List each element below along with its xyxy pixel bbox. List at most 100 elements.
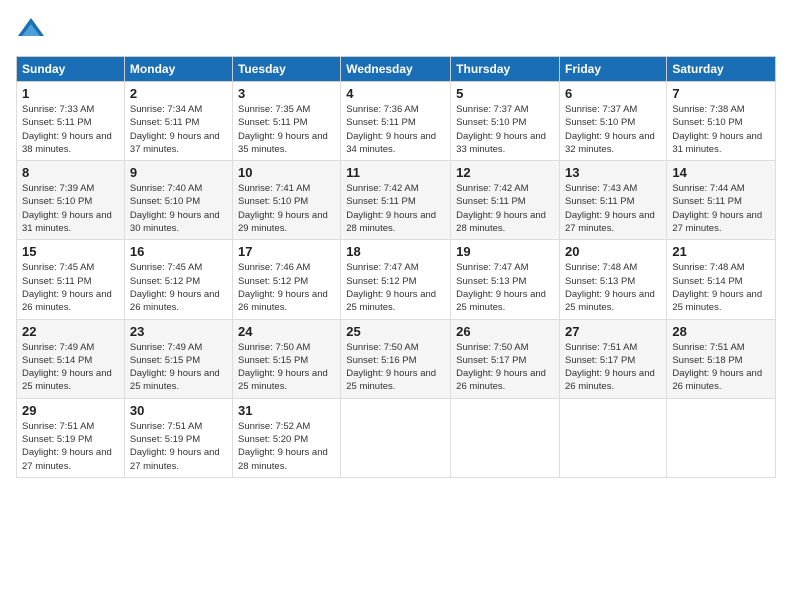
weekday-header-saturday: Saturday: [667, 57, 776, 82]
weekday-header-sunday: Sunday: [17, 57, 125, 82]
day-cell: 3 Sunrise: 7:35 AMSunset: 5:11 PMDayligh…: [232, 82, 340, 161]
day-info: Sunrise: 7:45 AMSunset: 5:12 PMDaylight:…: [130, 261, 227, 314]
day-number: 5: [456, 86, 554, 101]
weekday-header-monday: Monday: [124, 57, 232, 82]
day-cell: 30 Sunrise: 7:51 AMSunset: 5:19 PMDaylig…: [124, 398, 232, 477]
day-info: Sunrise: 7:34 AMSunset: 5:11 PMDaylight:…: [130, 103, 227, 156]
day-cell: 20 Sunrise: 7:48 AMSunset: 5:13 PMDaylig…: [560, 240, 667, 319]
day-info: Sunrise: 7:48 AMSunset: 5:14 PMDaylight:…: [672, 261, 770, 314]
weekday-header-wednesday: Wednesday: [341, 57, 451, 82]
day-number: 25: [346, 324, 445, 339]
day-cell: [560, 398, 667, 477]
weekday-header-row: SundayMondayTuesdayWednesdayThursdayFrid…: [17, 57, 776, 82]
header: [16, 16, 776, 46]
day-info: Sunrise: 7:51 AMSunset: 5:19 PMDaylight:…: [130, 420, 227, 473]
day-info: Sunrise: 7:52 AMSunset: 5:20 PMDaylight:…: [238, 420, 335, 473]
day-number: 26: [456, 324, 554, 339]
weekday-header-tuesday: Tuesday: [232, 57, 340, 82]
day-info: Sunrise: 7:50 AMSunset: 5:17 PMDaylight:…: [456, 341, 554, 394]
day-number: 2: [130, 86, 227, 101]
logo-icon: [16, 16, 46, 46]
day-info: Sunrise: 7:37 AMSunset: 5:10 PMDaylight:…: [456, 103, 554, 156]
day-info: Sunrise: 7:51 AMSunset: 5:19 PMDaylight:…: [22, 420, 119, 473]
day-number: 10: [238, 165, 335, 180]
day-info: Sunrise: 7:40 AMSunset: 5:10 PMDaylight:…: [130, 182, 227, 235]
page-container: SundayMondayTuesdayWednesdayThursdayFrid…: [0, 0, 792, 486]
day-number: 20: [565, 244, 661, 259]
day-cell: 7 Sunrise: 7:38 AMSunset: 5:10 PMDayligh…: [667, 82, 776, 161]
day-number: 15: [22, 244, 119, 259]
day-number: 3: [238, 86, 335, 101]
day-info: Sunrise: 7:43 AMSunset: 5:11 PMDaylight:…: [565, 182, 661, 235]
day-number: 14: [672, 165, 770, 180]
day-cell: [341, 398, 451, 477]
day-info: Sunrise: 7:42 AMSunset: 5:11 PMDaylight:…: [456, 182, 554, 235]
day-number: 9: [130, 165, 227, 180]
day-info: Sunrise: 7:47 AMSunset: 5:12 PMDaylight:…: [346, 261, 445, 314]
day-cell: 17 Sunrise: 7:46 AMSunset: 5:12 PMDaylig…: [232, 240, 340, 319]
day-cell: 13 Sunrise: 7:43 AMSunset: 5:11 PMDaylig…: [560, 161, 667, 240]
day-cell: 24 Sunrise: 7:50 AMSunset: 5:15 PMDaylig…: [232, 319, 340, 398]
day-cell: 28 Sunrise: 7:51 AMSunset: 5:18 PMDaylig…: [667, 319, 776, 398]
day-number: 13: [565, 165, 661, 180]
weekday-header-thursday: Thursday: [451, 57, 560, 82]
day-number: 4: [346, 86, 445, 101]
day-info: Sunrise: 7:37 AMSunset: 5:10 PMDaylight:…: [565, 103, 661, 156]
day-cell: [667, 398, 776, 477]
day-cell: 5 Sunrise: 7:37 AMSunset: 5:10 PMDayligh…: [451, 82, 560, 161]
day-info: Sunrise: 7:51 AMSunset: 5:17 PMDaylight:…: [565, 341, 661, 394]
day-info: Sunrise: 7:46 AMSunset: 5:12 PMDaylight:…: [238, 261, 335, 314]
day-cell: 25 Sunrise: 7:50 AMSunset: 5:16 PMDaylig…: [341, 319, 451, 398]
day-cell: 6 Sunrise: 7:37 AMSunset: 5:10 PMDayligh…: [560, 82, 667, 161]
day-info: Sunrise: 7:47 AMSunset: 5:13 PMDaylight:…: [456, 261, 554, 314]
week-row-5: 29 Sunrise: 7:51 AMSunset: 5:19 PMDaylig…: [17, 398, 776, 477]
day-cell: 23 Sunrise: 7:49 AMSunset: 5:15 PMDaylig…: [124, 319, 232, 398]
day-cell: 18 Sunrise: 7:47 AMSunset: 5:12 PMDaylig…: [341, 240, 451, 319]
day-number: 30: [130, 403, 227, 418]
day-number: 11: [346, 165, 445, 180]
day-info: Sunrise: 7:35 AMSunset: 5:11 PMDaylight:…: [238, 103, 335, 156]
week-row-4: 22 Sunrise: 7:49 AMSunset: 5:14 PMDaylig…: [17, 319, 776, 398]
day-cell: 15 Sunrise: 7:45 AMSunset: 5:11 PMDaylig…: [17, 240, 125, 319]
logo: [16, 16, 50, 46]
day-info: Sunrise: 7:51 AMSunset: 5:18 PMDaylight:…: [672, 341, 770, 394]
day-cell: 14 Sunrise: 7:44 AMSunset: 5:11 PMDaylig…: [667, 161, 776, 240]
day-number: 16: [130, 244, 227, 259]
day-info: Sunrise: 7:49 AMSunset: 5:14 PMDaylight:…: [22, 341, 119, 394]
day-info: Sunrise: 7:44 AMSunset: 5:11 PMDaylight:…: [672, 182, 770, 235]
day-number: 18: [346, 244, 445, 259]
day-number: 17: [238, 244, 335, 259]
day-number: 6: [565, 86, 661, 101]
day-cell: 12 Sunrise: 7:42 AMSunset: 5:11 PMDaylig…: [451, 161, 560, 240]
day-number: 22: [22, 324, 119, 339]
day-cell: 11 Sunrise: 7:42 AMSunset: 5:11 PMDaylig…: [341, 161, 451, 240]
day-number: 28: [672, 324, 770, 339]
day-cell: 9 Sunrise: 7:40 AMSunset: 5:10 PMDayligh…: [124, 161, 232, 240]
day-cell: 8 Sunrise: 7:39 AMSunset: 5:10 PMDayligh…: [17, 161, 125, 240]
day-cell: 27 Sunrise: 7:51 AMSunset: 5:17 PMDaylig…: [560, 319, 667, 398]
day-cell: 22 Sunrise: 7:49 AMSunset: 5:14 PMDaylig…: [17, 319, 125, 398]
day-number: 23: [130, 324, 227, 339]
day-info: Sunrise: 7:41 AMSunset: 5:10 PMDaylight:…: [238, 182, 335, 235]
day-info: Sunrise: 7:42 AMSunset: 5:11 PMDaylight:…: [346, 182, 445, 235]
day-info: Sunrise: 7:36 AMSunset: 5:11 PMDaylight:…: [346, 103, 445, 156]
day-cell: 1 Sunrise: 7:33 AMSunset: 5:11 PMDayligh…: [17, 82, 125, 161]
day-cell: 16 Sunrise: 7:45 AMSunset: 5:12 PMDaylig…: [124, 240, 232, 319]
calendar-table: SundayMondayTuesdayWednesdayThursdayFrid…: [16, 56, 776, 478]
day-info: Sunrise: 7:39 AMSunset: 5:10 PMDaylight:…: [22, 182, 119, 235]
week-row-3: 15 Sunrise: 7:45 AMSunset: 5:11 PMDaylig…: [17, 240, 776, 319]
day-number: 7: [672, 86, 770, 101]
day-cell: 21 Sunrise: 7:48 AMSunset: 5:14 PMDaylig…: [667, 240, 776, 319]
week-row-2: 8 Sunrise: 7:39 AMSunset: 5:10 PMDayligh…: [17, 161, 776, 240]
day-number: 19: [456, 244, 554, 259]
day-info: Sunrise: 7:49 AMSunset: 5:15 PMDaylight:…: [130, 341, 227, 394]
day-cell: 26 Sunrise: 7:50 AMSunset: 5:17 PMDaylig…: [451, 319, 560, 398]
day-number: 27: [565, 324, 661, 339]
day-cell: 2 Sunrise: 7:34 AMSunset: 5:11 PMDayligh…: [124, 82, 232, 161]
weekday-header-friday: Friday: [560, 57, 667, 82]
day-number: 8: [22, 165, 119, 180]
day-cell: 4 Sunrise: 7:36 AMSunset: 5:11 PMDayligh…: [341, 82, 451, 161]
day-number: 31: [238, 403, 335, 418]
day-info: Sunrise: 7:45 AMSunset: 5:11 PMDaylight:…: [22, 261, 119, 314]
day-cell: 31 Sunrise: 7:52 AMSunset: 5:20 PMDaylig…: [232, 398, 340, 477]
